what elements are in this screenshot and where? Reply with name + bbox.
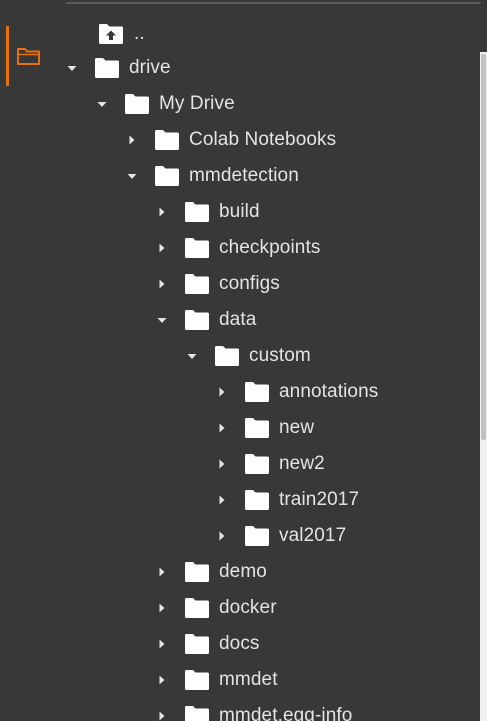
folder-row-drive[interactable]: drive [66,50,171,86]
folder-label: mmdetection [189,165,299,186]
folder-icon [184,273,210,295]
panel-divider [66,2,481,4]
file-browser-panel: .. drive My Drive Colab Notebooks mmdetecti… [0,0,487,721]
folder-label: My Drive [159,93,235,114]
folder-label: demo [219,561,267,582]
caret-right-icon[interactable] [216,458,228,470]
folder-row-val2017[interactable]: val2017 [216,518,346,554]
scrollbar-thumb[interactable] [481,54,486,440]
folder-row-new[interactable]: new [216,410,314,446]
active-tool-indicator [6,26,9,86]
caret-right-icon[interactable] [126,134,138,146]
parent-directory-label: .. [134,23,145,44]
folder-row-colab-notebooks[interactable]: Colab Notebooks [126,122,336,158]
folder-row-docker[interactable]: docker [156,590,277,626]
folder-icon [184,633,210,655]
folder-icon [184,705,210,721]
folder-row-build[interactable]: build [156,194,260,230]
caret-down-icon[interactable] [96,98,108,110]
left-tool-rail [0,0,52,721]
caret-down-icon[interactable] [186,350,198,362]
folder-label: new [279,417,315,438]
folder-label: train2017 [279,489,360,510]
caret-right-icon[interactable] [156,674,168,686]
folder-icon [184,669,210,691]
folder-row-configs[interactable]: configs [156,266,280,302]
folder-icon [184,237,210,259]
folder-icon [154,165,180,187]
folder-row-my-drive[interactable]: My Drive [96,86,235,122]
folder-icon [184,597,210,619]
folder-icon [94,57,120,79]
folder-icon [154,129,180,151]
folder-row-new2[interactable]: new2 [216,446,325,482]
caret-right-icon[interactable] [156,638,168,650]
folder-label: Colab Notebooks [189,129,337,150]
folder-label: val2017 [279,525,347,546]
folder-row-custom[interactable]: custom [186,338,311,374]
caret-right-icon[interactable] [216,386,228,398]
folder-icon [184,309,210,331]
folder-label: build [219,201,260,222]
folder-label: custom [249,345,311,366]
folder-label: mmdet.egg-info [219,705,353,721]
caret-right-icon[interactable] [216,422,228,434]
folder-icon [244,453,270,475]
caret-down-icon[interactable] [126,170,138,182]
folder-row-annotations[interactable]: annotations [216,374,378,410]
folder-row-train2017[interactable]: train2017 [216,482,359,518]
folder-row-checkpoints[interactable]: checkpoints [156,230,320,266]
folder-icon [244,489,270,511]
folder-label: configs [219,273,280,294]
caret-right-icon[interactable] [156,278,168,290]
caret-right-icon[interactable] [156,710,168,721]
folder-icon [184,561,210,583]
folder-label: docs [219,633,260,654]
folder-icon [214,345,240,367]
folder-label: mmdet [219,669,278,690]
folder-label: checkpoints [219,237,321,258]
parent-directory-link[interactable]: .. [98,16,145,52]
folder-label: docker [219,597,277,618]
folder-label: data [219,309,257,330]
caret-right-icon[interactable] [156,602,168,614]
folder-label: annotations [279,381,379,402]
folder-label: new2 [279,453,325,474]
caret-right-icon[interactable] [156,566,168,578]
caret-right-icon[interactable] [156,206,168,218]
folder-row-mmdet-egg-info[interactable]: mmdet.egg-info [156,698,352,721]
folder-icon [244,525,270,547]
folder-label: drive [129,57,171,78]
caret-down-icon[interactable] [156,314,168,326]
folder-icon [184,201,210,223]
folder-icon[interactable] [16,44,42,68]
folder-icon [244,417,270,439]
caret-down-icon[interactable] [66,62,78,74]
folder-row-mmdetection[interactable]: mmdetection [126,158,299,194]
folder-upload-icon [98,23,124,45]
folder-row-mmdet[interactable]: mmdet [156,662,278,698]
folder-icon [244,381,270,403]
folder-row-docs[interactable]: docs [156,626,260,662]
folder-row-demo[interactable]: demo [156,554,267,590]
caret-right-icon[interactable] [156,242,168,254]
caret-right-icon[interactable] [216,530,228,542]
folder-icon [124,93,150,115]
caret-right-icon[interactable] [216,494,228,506]
folder-row-data[interactable]: data [156,302,256,338]
